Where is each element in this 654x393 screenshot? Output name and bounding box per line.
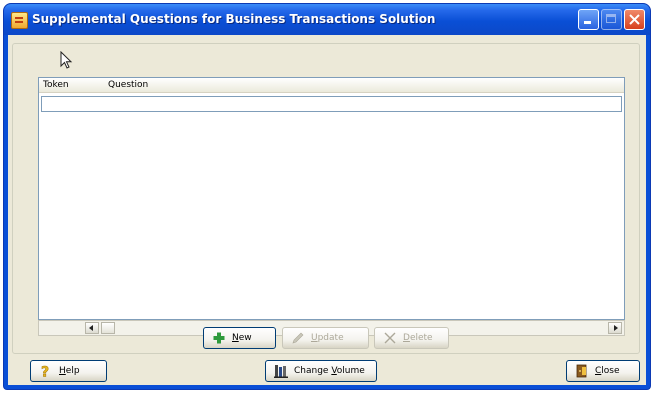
dialog-window: Supplemental Questions for Business Tran… bbox=[4, 4, 650, 389]
close-x-icon bbox=[629, 14, 640, 25]
question-mark-icon: ? bbox=[39, 364, 53, 381]
list-item-empty[interactable] bbox=[41, 96, 622, 112]
change-volume-button-label: Change Volume bbox=[294, 366, 365, 376]
plus-icon bbox=[212, 331, 226, 345]
books-icon bbox=[274, 364, 288, 378]
svg-text:?: ? bbox=[41, 365, 49, 379]
title-bar[interactable]: Supplemental Questions for Business Tran… bbox=[4, 4, 650, 35]
exit-door-icon bbox=[575, 364, 589, 378]
dialog-client-area: Token Question New Update Delete ? Help … bbox=[8, 35, 646, 385]
delete-button[interactable]: Delete bbox=[374, 327, 449, 349]
mouse-pointer-icon bbox=[60, 51, 73, 69]
column-header-question[interactable]: Question bbox=[108, 80, 148, 90]
maximize-button bbox=[601, 9, 622, 30]
scroll-right-button[interactable] bbox=[608, 322, 622, 334]
scroll-left-button[interactable] bbox=[85, 322, 99, 334]
list-header: Token Question bbox=[39, 78, 624, 93]
help-button-label: Help bbox=[59, 366, 80, 376]
app-form-icon[interactable] bbox=[11, 12, 28, 29]
column-header-token[interactable]: Token bbox=[43, 80, 69, 90]
new-button-label: New bbox=[232, 333, 252, 343]
close-button[interactable]: Close bbox=[566, 360, 640, 382]
window-title: Supplemental Questions for Business Tran… bbox=[32, 12, 436, 26]
close-button-label: Close bbox=[595, 366, 620, 376]
change-volume-button[interactable]: Change Volume bbox=[265, 360, 377, 382]
new-button[interactable]: New bbox=[203, 327, 276, 349]
x-icon bbox=[383, 331, 397, 345]
delete-button-label: Delete bbox=[403, 333, 433, 343]
close-window-button[interactable] bbox=[624, 9, 645, 30]
help-button[interactable]: ? Help bbox=[30, 360, 107, 382]
update-button[interactable]: Update bbox=[282, 327, 369, 349]
minimize-button[interactable] bbox=[578, 9, 599, 30]
questions-list[interactable]: Token Question bbox=[38, 77, 625, 320]
update-button-label: Update bbox=[311, 333, 344, 343]
scroll-thumb[interactable] bbox=[101, 322, 115, 334]
pencil-icon bbox=[291, 331, 305, 345]
